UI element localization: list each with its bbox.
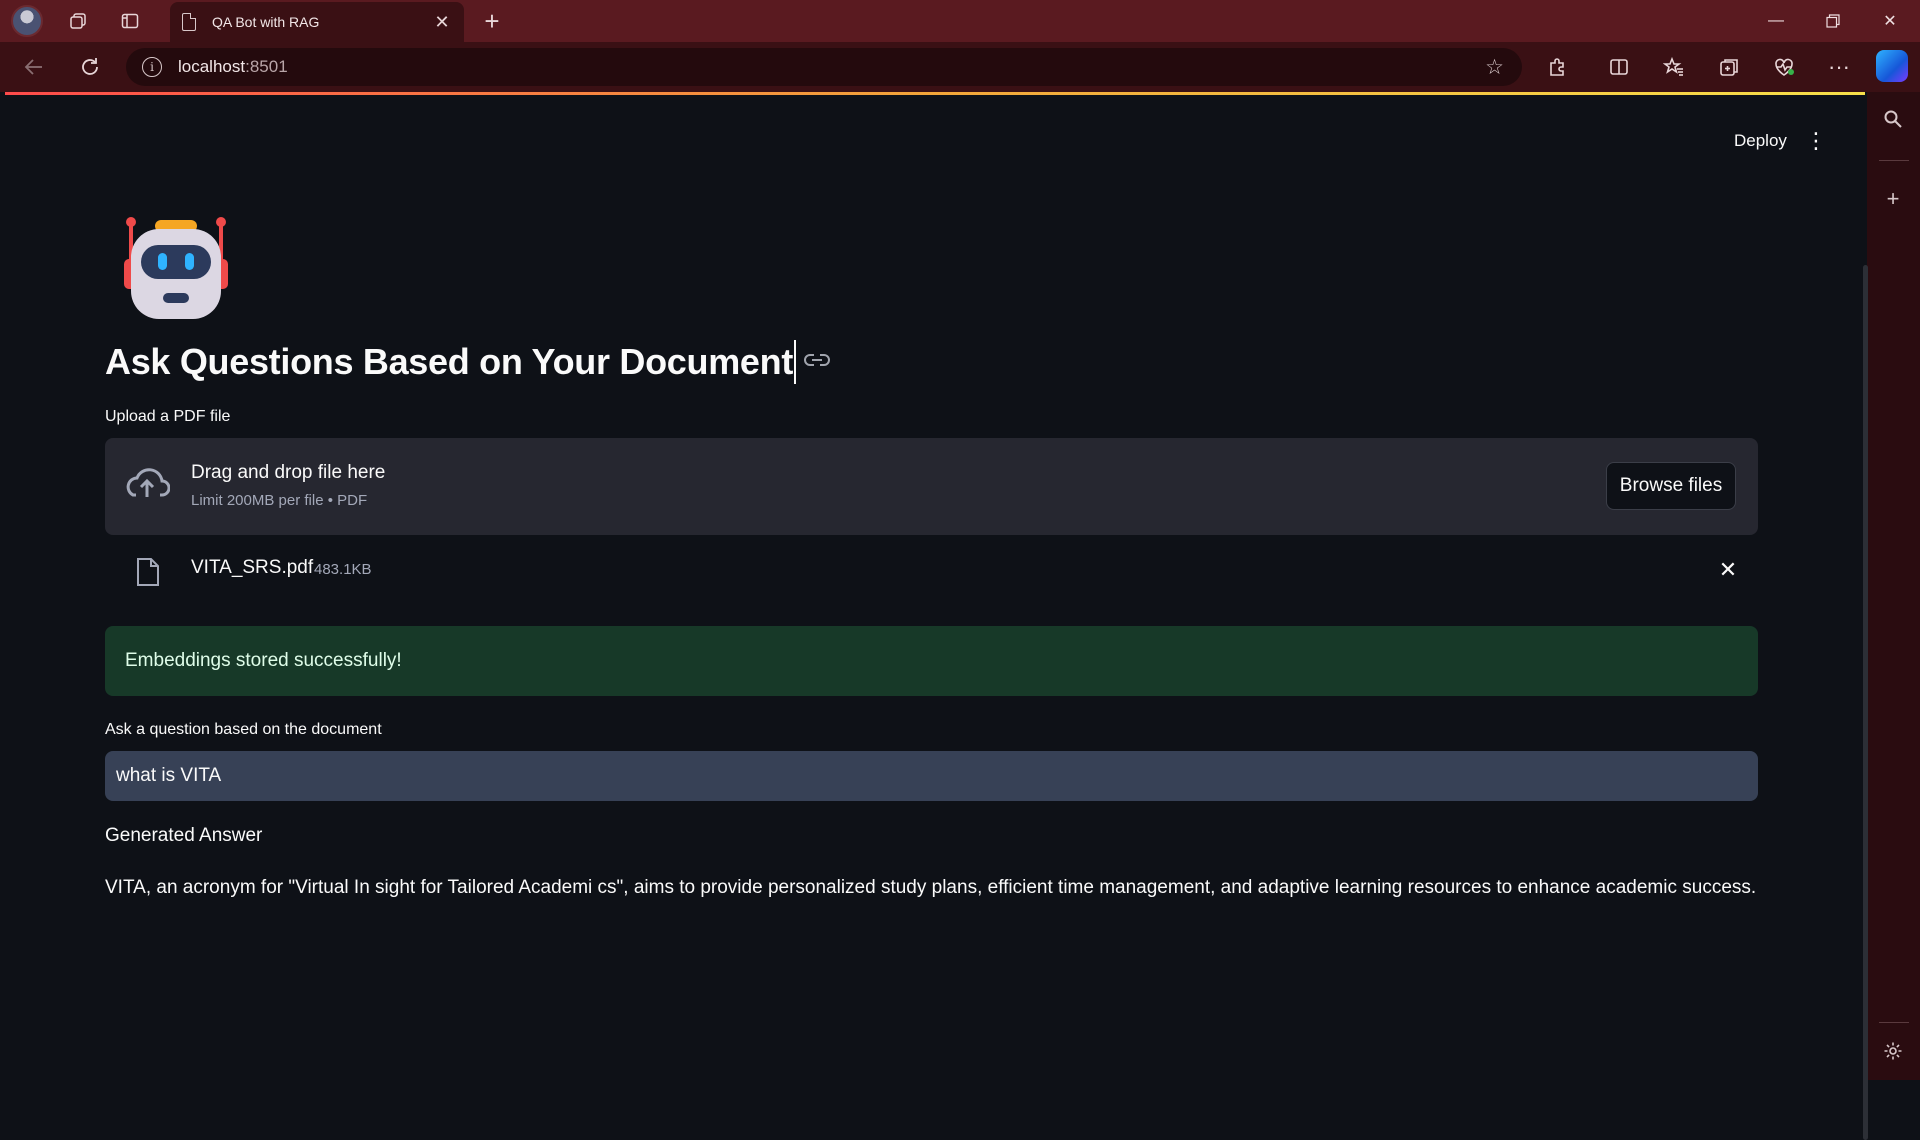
split-screen-icon[interactable] bbox=[1602, 51, 1636, 83]
browser-titlebar: QA Bot with RAG ✕ + — ✕ bbox=[0, 0, 1920, 42]
url-port: :8501 bbox=[245, 57, 288, 76]
copilot-icon[interactable] bbox=[1876, 50, 1908, 82]
anchor-link-icon[interactable] bbox=[804, 352, 830, 373]
success-alert: Embeddings stored successfully! bbox=[105, 626, 1758, 696]
close-window-button[interactable]: ✕ bbox=[1862, 0, 1918, 42]
new-tab-button[interactable]: + bbox=[475, 4, 509, 38]
cloud-upload-icon bbox=[124, 465, 171, 506]
uploaded-file-row: VITA_SRS.pdf 483.1KB ✕ bbox=[105, 545, 1758, 595]
sidebar-add-icon[interactable]: + bbox=[1878, 184, 1908, 214]
robot-icon bbox=[124, 217, 228, 319]
text-caret bbox=[794, 340, 797, 384]
file-dropzone[interactable]: Drag and drop file here Limit 200MB per … bbox=[105, 438, 1758, 535]
vertical-tabs-icon[interactable] bbox=[114, 5, 146, 37]
file-name: VITA_SRS.pdf bbox=[191, 557, 314, 578]
browse-files-button[interactable]: Browse files bbox=[1606, 462, 1736, 510]
tab-title: QA Bot with RAG bbox=[212, 14, 320, 30]
sidebar-divider bbox=[1879, 1022, 1909, 1023]
sidebar-divider bbox=[1879, 160, 1909, 161]
page-title-row: Ask Questions Based on Your Document bbox=[105, 340, 830, 384]
sidebar-search-icon[interactable] bbox=[1878, 104, 1908, 134]
reload-icon[interactable] bbox=[74, 51, 106, 83]
app-page: Deploy ⋮ Ask Questions Based on Your Doc… bbox=[5, 95, 1868, 1140]
dropzone-limit: Limit 200MB per file • PDF bbox=[191, 492, 368, 509]
question-input[interactable] bbox=[105, 751, 1758, 801]
page-scrollbar[interactable] bbox=[1863, 265, 1868, 1140]
deploy-button[interactable]: Deploy bbox=[1722, 125, 1799, 157]
page-title: Ask Questions Based on Your Document bbox=[105, 341, 794, 382]
edge-sidebar: + bbox=[1867, 92, 1920, 1080]
url-host: localhost bbox=[178, 57, 246, 76]
workspaces-icon[interactable] bbox=[62, 5, 94, 37]
file-size: 483.1KB bbox=[314, 561, 372, 578]
favorites-icon[interactable] bbox=[1657, 51, 1691, 83]
tab-active[interactable]: QA Bot with RAG ✕ bbox=[170, 2, 464, 42]
answer-text: VITA, an acronym for "Virtual In sight f… bbox=[105, 877, 1757, 898]
close-tab-icon[interactable]: ✕ bbox=[432, 12, 452, 33]
address-bar[interactable]: i localhost:8501 ☆ bbox=[126, 48, 1522, 86]
favorite-star-icon[interactable]: ☆ bbox=[1485, 55, 1504, 80]
question-label: Ask a question based on the document bbox=[105, 721, 382, 738]
back-icon[interactable] bbox=[18, 51, 50, 83]
main-menu-icon[interactable]: ⋮ bbox=[1805, 125, 1827, 157]
site-info-icon[interactable]: i bbox=[142, 57, 162, 77]
sidebar-settings-icon[interactable] bbox=[1878, 1036, 1908, 1066]
extensions-icon[interactable] bbox=[1541, 51, 1575, 83]
profile-avatar[interactable] bbox=[11, 5, 43, 37]
answer-heading: Generated Answer bbox=[105, 825, 263, 846]
browser-essentials-icon[interactable] bbox=[1767, 51, 1801, 83]
upload-label: Upload a PDF file bbox=[105, 408, 231, 425]
file-icon bbox=[135, 557, 161, 592]
address-toolbar: i localhost:8501 ☆ ··· bbox=[0, 42, 1920, 92]
remove-file-icon[interactable]: ✕ bbox=[1715, 557, 1741, 583]
more-options-icon[interactable]: ··· bbox=[1822, 51, 1856, 83]
restore-button[interactable] bbox=[1805, 0, 1861, 42]
dropzone-title: Drag and drop file here bbox=[191, 462, 386, 483]
minimize-button[interactable]: — bbox=[1748, 0, 1804, 42]
collections-icon[interactable] bbox=[1712, 51, 1746, 83]
page-icon bbox=[182, 13, 196, 31]
